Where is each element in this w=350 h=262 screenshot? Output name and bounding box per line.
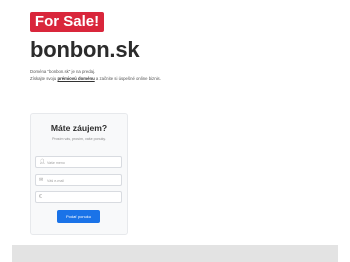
form-subtitle: Prosím vás, prosím, vaše ponuky. [52,137,106,141]
email-field[interactable]: ✉︎ Váš e-mail [35,174,122,186]
name-placeholder: Vaše meno [47,161,65,165]
premium-domain-link[interactable]: prémiovú doménu [57,76,94,81]
domain-name: bonbon.sk [30,37,140,62]
euro-icon: € [39,194,42,200]
description-line-2-prefix: Získajte svoju [30,75,58,81]
offer-form-card: Máte záujem? Prosím vás, prosím, vaše po… [30,113,128,235]
email-placeholder: Váš e-mail [47,179,64,183]
offer-field[interactable]: € [35,191,122,203]
description-line-2: Získajte svoju prémiovú doménu a začnite… [30,76,161,83]
user-icon: 👤︎ [39,159,46,165]
name-field[interactable]: 👤︎ Vaše meno [35,156,122,168]
envelope-icon: ✉︎ [39,177,44,183]
footer-bar [12,245,338,262]
description-line-2-suffix: a začnite si úspešné online biznis. [94,75,161,81]
submit-offer-button[interactable]: Podať ponuku [57,210,100,223]
form-title: Máte záujem? [50,123,108,133]
for-sale-badge: For Sale! [30,12,104,32]
domain-description: Doména "bonbon.sk" je na predaj. Získajt… [30,69,161,83]
description-line-1: Doména "bonbon.sk" je na predaj. [30,69,96,74]
